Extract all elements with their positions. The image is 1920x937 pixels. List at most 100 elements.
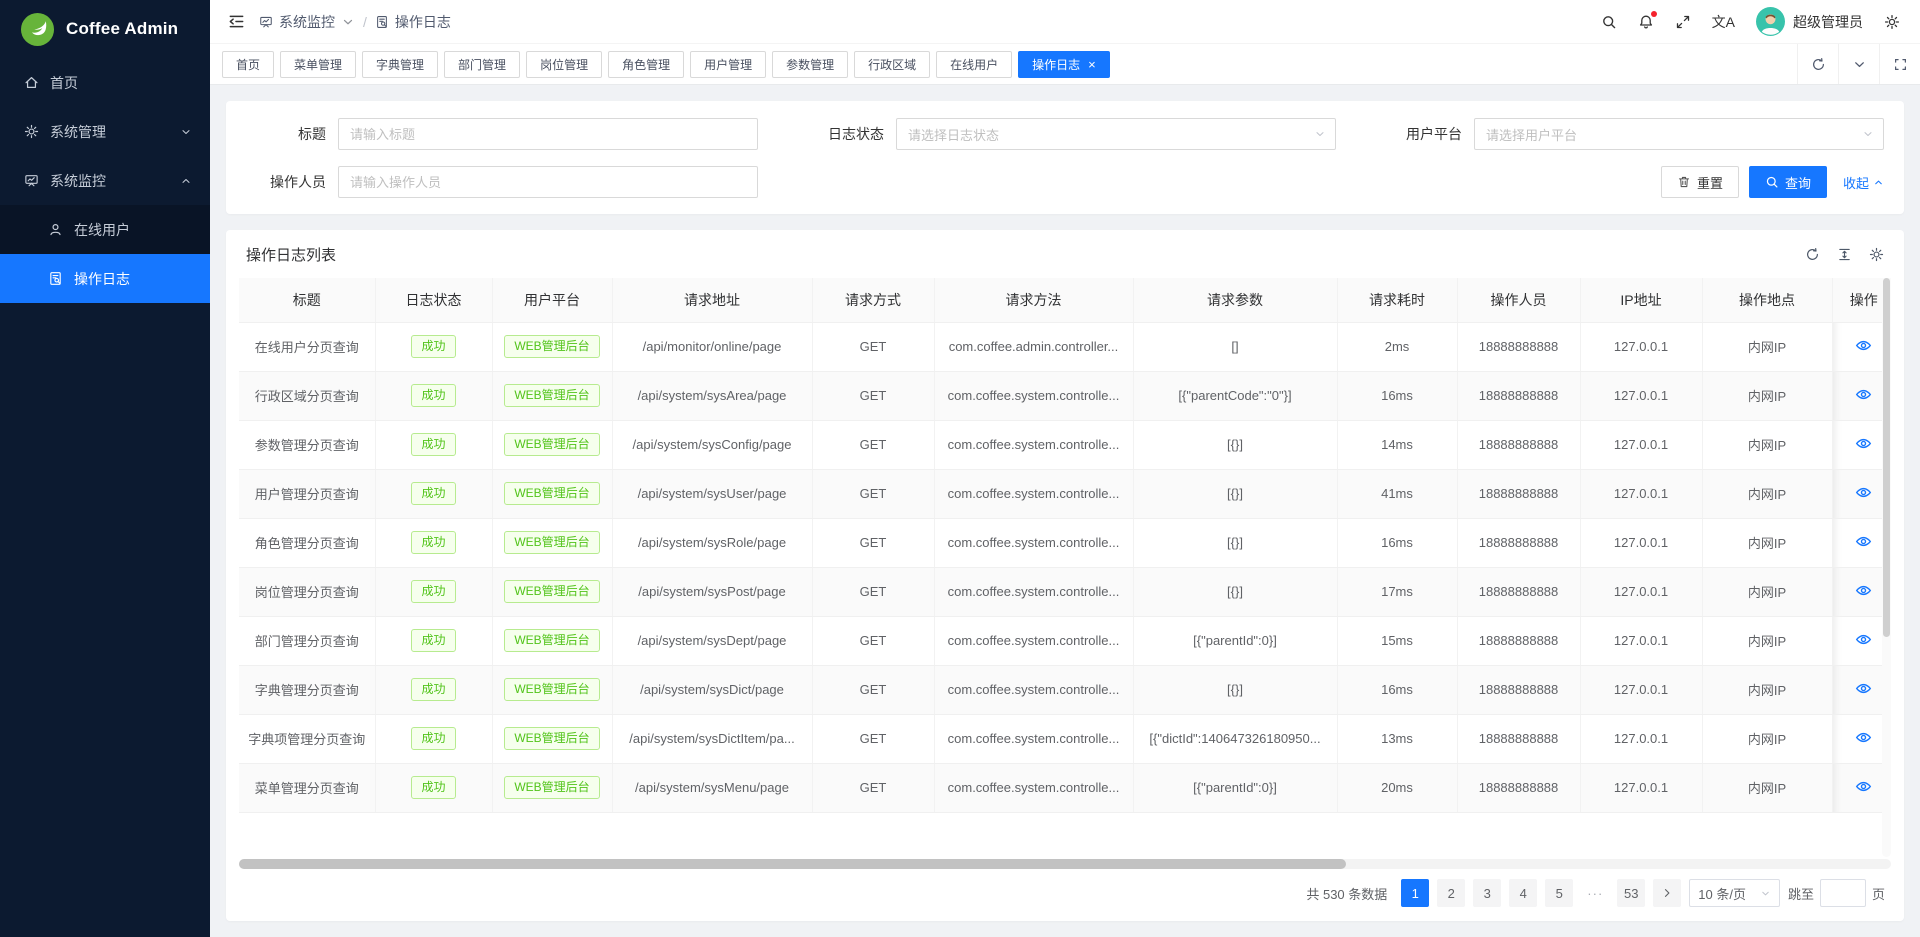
view-detail-button[interactable]: [1855, 582, 1872, 599]
status-badge: 成功: [411, 678, 455, 702]
tab-item[interactable]: 行政区域: [854, 51, 930, 78]
vertical-scrollbar[interactable]: [1882, 278, 1891, 857]
column-header: IP地址: [1580, 278, 1702, 322]
horizontal-scrollbar[interactable]: [239, 859, 1891, 869]
cell-location: 内网IP: [1702, 518, 1832, 567]
view-detail-button[interactable]: [1855, 337, 1872, 354]
tabs-maximize-icon[interactable]: [1879, 44, 1920, 84]
status-badge: 成功: [411, 776, 455, 800]
pagination-pages: 12345···53: [1401, 879, 1645, 907]
search-button[interactable]: 查询: [1749, 166, 1827, 198]
tab-item[interactable]: 部门管理: [444, 51, 520, 78]
column-header: 请求方法: [934, 278, 1133, 322]
chevron-down-icon: [180, 126, 192, 138]
notification-bell-icon[interactable]: [1638, 14, 1654, 30]
vertical-scrollbar-thumb[interactable]: [1883, 278, 1890, 637]
row-density-icon[interactable]: [1837, 247, 1852, 262]
menu-fold-icon[interactable]: [228, 13, 245, 30]
tab-label: 菜单管理: [294, 56, 342, 73]
page-button[interactable]: 2: [1437, 879, 1465, 907]
page-button[interactable]: 3: [1473, 879, 1501, 907]
sidebar-item-system-management[interactable]: 系统管理: [0, 107, 210, 156]
avatar[interactable]: [1756, 7, 1785, 36]
view-detail-button[interactable]: [1855, 435, 1872, 452]
tab-item[interactable]: 角色管理: [608, 51, 684, 78]
cell-location: 内网IP: [1702, 420, 1832, 469]
tab-item[interactable]: 在线用户: [936, 51, 1012, 78]
tab-item[interactable]: 字典管理: [362, 51, 438, 78]
platform-badge: WEB管理后台: [504, 531, 599, 555]
notification-badge: [1651, 11, 1657, 17]
view-detail-button[interactable]: [1855, 484, 1872, 501]
status-badge: 成功: [411, 335, 455, 359]
translate-icon[interactable]: 文A: [1712, 12, 1735, 32]
status-badge: 成功: [411, 433, 455, 457]
tab-item[interactable]: 参数管理: [772, 51, 848, 78]
cell-request-handler: com.coffee.system.controlle...: [934, 567, 1133, 616]
cell-status: 成功: [375, 714, 492, 763]
operator-input[interactable]: [338, 166, 758, 198]
view-detail-button[interactable]: [1855, 533, 1872, 550]
title-input[interactable]: [338, 118, 758, 150]
tab-label: 操作日志: [1032, 56, 1080, 73]
status-select[interactable]: 请选择日志状态: [896, 118, 1336, 150]
status-badge: 成功: [411, 482, 455, 506]
title-field-label: 标题: [246, 124, 326, 144]
horizontal-scrollbar-thumb[interactable]: [239, 859, 1346, 869]
page-size-value: 10 条/页: [1698, 884, 1746, 903]
cell-operator: 18888888888: [1457, 420, 1580, 469]
breadcrumb-current: 操作日志: [375, 12, 451, 32]
cell-platform: WEB管理后台: [492, 665, 612, 714]
column-header: 日志状态: [375, 278, 492, 322]
sidebar-item-operation-log[interactable]: 操作日志: [0, 254, 210, 303]
user-menu[interactable]: 超级管理员: [1756, 7, 1863, 36]
trash-icon: [1677, 175, 1691, 189]
reset-button-label: 重置: [1697, 173, 1723, 192]
topbar-actions: 文A 超级管理员: [1601, 7, 1900, 36]
cell-ip: 127.0.0.1: [1580, 518, 1702, 567]
cell-operator: 18888888888: [1457, 665, 1580, 714]
fullscreen-icon[interactable]: [1675, 14, 1691, 30]
reset-button[interactable]: 重置: [1661, 166, 1739, 198]
next-page-button[interactable]: [1653, 879, 1681, 907]
collapse-filter-link[interactable]: 收起: [1843, 173, 1884, 192]
sidebar-item-system-monitor[interactable]: 系统监控: [0, 156, 210, 205]
cell-title: 菜单管理分页查询: [239, 763, 375, 812]
tab-item[interactable]: 菜单管理: [280, 51, 356, 78]
view-detail-button[interactable]: [1855, 631, 1872, 648]
tabs-dropdown-icon[interactable]: [1838, 44, 1879, 84]
platform-select[interactable]: 请选择用户平台: [1474, 118, 1884, 150]
cell-operator: 18888888888: [1457, 371, 1580, 420]
cell-request-handler: com.coffee.admin.controller...: [934, 322, 1133, 371]
tab-item[interactable]: 用户管理: [690, 51, 766, 78]
cell-status: 成功: [375, 469, 492, 518]
page-button[interactable]: 53: [1617, 879, 1645, 907]
breadcrumb-parent[interactable]: 系统监控: [259, 12, 355, 32]
view-detail-button[interactable]: [1855, 386, 1872, 403]
cell-request-method: GET: [812, 469, 934, 518]
page-button[interactable]: 4: [1509, 879, 1537, 907]
tabs-refresh-icon[interactable]: [1797, 44, 1838, 84]
view-detail-button[interactable]: [1855, 680, 1872, 697]
refresh-icon[interactable]: [1805, 247, 1820, 262]
close-icon[interactable]: ×: [1088, 58, 1096, 71]
settings-gear-icon[interactable]: [1884, 14, 1900, 30]
page-button[interactable]: 5: [1545, 879, 1573, 907]
status-select-placeholder: 请选择日志状态: [908, 125, 999, 144]
column-settings-gear-icon[interactable]: [1869, 247, 1884, 262]
tab-item[interactable]: 岗位管理: [526, 51, 602, 78]
cell-request-handler: com.coffee.system.controlle...: [934, 665, 1133, 714]
jump-page-input[interactable]: [1820, 879, 1866, 907]
tab-label: 首页: [236, 56, 260, 73]
view-detail-button[interactable]: [1855, 778, 1872, 795]
page-size-select[interactable]: 10 条/页: [1689, 879, 1780, 907]
page-button[interactable]: 1: [1401, 879, 1429, 907]
sidebar-item-home[interactable]: 首页: [0, 58, 210, 107]
tab-item[interactable]: 首页: [222, 51, 274, 78]
view-detail-button[interactable]: [1855, 729, 1872, 746]
tabbar: 首页菜单管理字典管理部门管理岗位管理角色管理用户管理参数管理行政区域在线用户操作…: [210, 44, 1920, 85]
sidebar-item-online-users[interactable]: 在线用户: [0, 205, 210, 254]
cell-status: 成功: [375, 665, 492, 714]
search-icon[interactable]: [1601, 14, 1617, 30]
tab-item[interactable]: 操作日志 ×: [1018, 51, 1110, 78]
